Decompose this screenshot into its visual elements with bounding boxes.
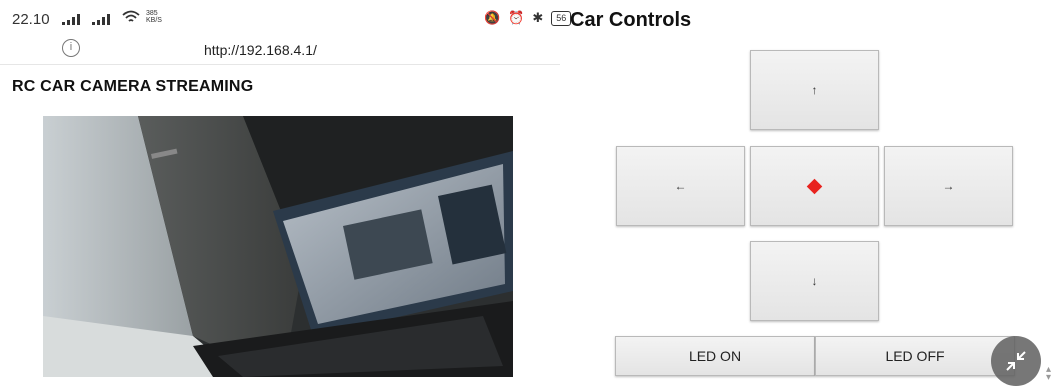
browser-url-bar[interactable]: i http://192.168.4.1/ (0, 34, 560, 65)
signal-icon (62, 13, 80, 25)
phone-screen: 22.10 385 KB/S 🔕 ⏰ ✱ 56 i http://192.168… (0, 0, 572, 387)
arrow-up-icon: ↑ (811, 83, 818, 97)
led-off-button[interactable]: LED OFF (815, 336, 1015, 376)
status-icons: 🔕 ⏰ ✱ 56 (484, 10, 572, 26)
stop-diamond-icon (806, 178, 823, 194)
right-button[interactable]: → (884, 146, 1013, 226)
stop-button[interactable] (750, 146, 879, 226)
status-time: 22.10 (12, 11, 50, 28)
info-icon[interactable]: i (62, 39, 80, 57)
backward-button[interactable]: ↓ (750, 241, 879, 321)
arrow-right-icon: → (942, 179, 955, 193)
forward-button[interactable]: ↑ (750, 50, 879, 130)
led-off-label: LED OFF (885, 348, 945, 364)
led-on-button[interactable]: LED ON (615, 336, 815, 376)
net-speed: 385 KB/S (146, 10, 162, 24)
camera-stream (43, 116, 513, 377)
url-text[interactable]: http://192.168.4.1/ (204, 42, 317, 58)
collapse-floating-button[interactable] (991, 336, 1041, 386)
arrow-left-icon: ← (674, 179, 687, 193)
left-button[interactable]: ← (616, 146, 745, 226)
controls-title: Car Controls (570, 9, 692, 31)
status-bar: 22.10 385 KB/S 🔕 ⏰ ✱ 56 (0, 0, 572, 34)
scroll-indicator-icon[interactable]: ▴ ▾ (1046, 365, 1051, 383)
signal-icon (92, 13, 110, 25)
wifi-icon (122, 10, 140, 22)
collapse-arrows-icon (1006, 351, 1026, 371)
arrow-down-icon: ↓ (811, 274, 818, 288)
page-title: RC CAR CAMERA STREAMING (12, 78, 254, 95)
alarm-icon: ⏰ (508, 10, 525, 25)
battery-icon: 56 (551, 10, 572, 26)
camera-frame-image (43, 116, 513, 377)
bluetooth-icon: ✱ (532, 10, 544, 25)
led-on-label: LED ON (688, 348, 742, 364)
mute-icon: 🔕 (484, 10, 501, 25)
